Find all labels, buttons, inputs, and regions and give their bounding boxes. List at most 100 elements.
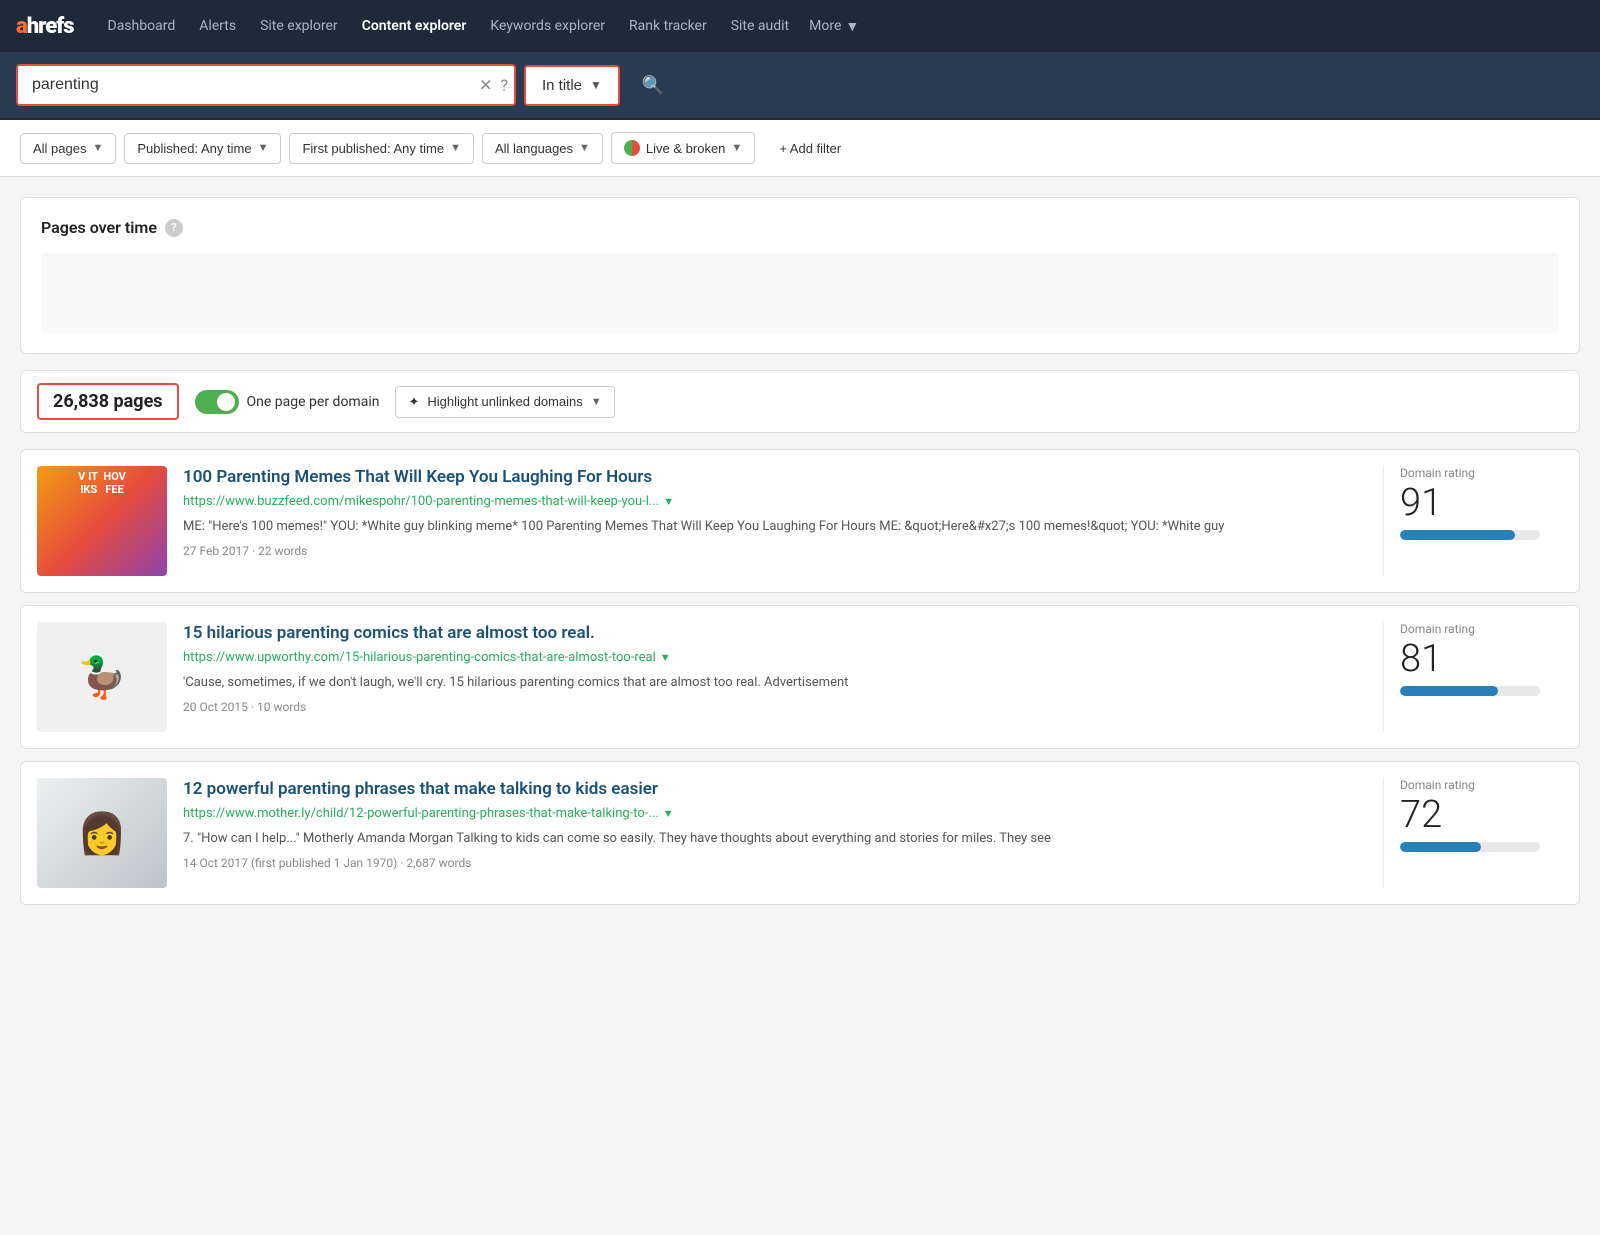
pages-over-time-title: Pages over time ?: [41, 218, 1559, 237]
domain-rating-bar: [1400, 842, 1481, 852]
chevron-down-icon: ▼: [590, 78, 602, 92]
nav-more[interactable]: More ▼: [799, 12, 869, 41]
pages-over-time-section: Pages over time ?: [20, 197, 1580, 354]
highlight-unlinked-button[interactable]: ✦ Highlight unlinked domains ▼: [395, 386, 614, 418]
pages-over-time-label: Pages over time: [41, 218, 157, 237]
domain-rating-value: 72: [1400, 796, 1442, 834]
domain-rating-label: Domain rating: [1400, 778, 1475, 792]
result-card: 👩 12 powerful parenting phrases that mak…: [20, 761, 1580, 905]
filter-all-pages[interactable]: All pages ▼: [20, 133, 116, 164]
result-url[interactable]: https://www.mother.ly/child/12-powerful-…: [183, 806, 1367, 821]
result-metrics: Domain rating 91: [1383, 466, 1563, 576]
search-type-label: In title: [542, 77, 582, 94]
search-button[interactable]: 🔍: [628, 65, 678, 106]
one-page-per-domain-toggle-wrap: One page per domain: [195, 390, 380, 414]
help-icon[interactable]: ?: [165, 219, 183, 237]
filter-published[interactable]: Published: Any time ▼: [124, 133, 281, 164]
nav-rank-tracker[interactable]: Rank tracker: [619, 12, 717, 40]
result-title[interactable]: 12 powerful parenting phrases that make …: [183, 778, 1367, 802]
result-description: 7. "How can I help..." Motherly Amanda M…: [183, 829, 1367, 849]
toggle-label: One page per domain: [247, 394, 380, 410]
domain-rating-value: 91: [1400, 484, 1442, 522]
result-title[interactable]: 15 hilarious parenting comics that are a…: [183, 622, 1367, 646]
domain-rating-bar-wrap: [1400, 842, 1540, 852]
chevron-down-icon: ▼: [258, 142, 269, 154]
domain-rating-bar: [1400, 686, 1498, 696]
url-text: https://www.buzzfeed.com/mikespohr/100-p…: [183, 494, 659, 509]
domain-rating-bar: [1400, 530, 1515, 540]
add-filter-label: + Add filter: [779, 141, 841, 156]
nav-dashboard[interactable]: Dashboard: [98, 12, 186, 40]
toggle-slider: [195, 390, 239, 414]
result-thumbnail: V IT HOVIKS FEE: [37, 466, 167, 576]
clear-icon[interactable]: ✕: [479, 76, 492, 95]
nav-site-explorer[interactable]: Site explorer: [250, 12, 348, 40]
result-content: 12 powerful parenting phrases that make …: [183, 778, 1367, 888]
result-description: ME: "Here's 100 memes!" YOU: *White guy …: [183, 517, 1367, 537]
main-content: Pages over time ? 26,838 pages One page …: [0, 177, 1600, 937]
url-chevron-icon: ▼: [660, 651, 671, 664]
result-card: 🦆 15 hilarious parenting comics that are…: [20, 605, 1580, 749]
domain-rating-bar-wrap: [1400, 530, 1540, 540]
thumb-text: V IT HOVIKS FEE: [37, 466, 167, 500]
result-card: V IT HOVIKS FEE 100 Parenting Memes That…: [20, 449, 1580, 593]
result-content: 15 hilarious parenting comics that are a…: [183, 622, 1367, 732]
highlight-label: Highlight unlinked domains: [427, 394, 582, 409]
one-page-per-domain-toggle[interactable]: [195, 390, 239, 414]
search-input-wrap: ✕ ?: [16, 64, 516, 106]
pages-over-time-chart: [41, 253, 1559, 333]
domain-rating-label: Domain rating: [1400, 622, 1475, 636]
result-thumbnail: 🦆: [37, 622, 167, 732]
filter-languages[interactable]: All languages ▼: [482, 133, 603, 164]
chevron-down-icon: ▼: [845, 18, 859, 35]
result-meta: 27 Feb 2017 · 22 words: [183, 544, 1367, 558]
search-type-button[interactable]: In title ▼: [524, 65, 620, 106]
result-meta: 14 Oct 2017 (first published 1 Jan 1970)…: [183, 856, 1367, 870]
filter-first-published[interactable]: First published: Any time ▼: [289, 133, 474, 164]
thumb-emoji: 👩: [37, 778, 167, 888]
filter-all-pages-label: All pages: [33, 141, 86, 156]
chevron-down-icon: ▼: [579, 142, 590, 154]
url-chevron-icon: ▼: [663, 807, 674, 820]
nav-alerts[interactable]: Alerts: [189, 12, 246, 40]
domain-rating-label: Domain rating: [1400, 466, 1475, 480]
thumb-emoji: 🦆: [77, 654, 127, 701]
filter-languages-label: All languages: [495, 141, 573, 156]
chevron-down-icon: ▼: [591, 396, 602, 408]
chevron-down-icon: ▼: [92, 142, 103, 154]
result-url[interactable]: https://www.upworthy.com/15-hilarious-pa…: [183, 650, 1367, 665]
result-url[interactable]: https://www.buzzfeed.com/mikespohr/100-p…: [183, 494, 1367, 509]
search-icon: 🔍: [642, 75, 664, 95]
filter-first-published-label: First published: Any time: [302, 141, 444, 156]
filter-live-broken-label: Live & broken: [646, 141, 726, 156]
nav-links: Dashboard Alerts Site explorer Content e…: [98, 12, 800, 40]
search-bar: ✕ ? In title ▼ 🔍: [0, 52, 1600, 120]
result-content: 100 Parenting Memes That Will Keep You L…: [183, 466, 1367, 576]
domain-rating-bar-wrap: [1400, 686, 1540, 696]
result-description: 'Cause, sometimes, if we don't laugh, we…: [183, 673, 1367, 693]
nav-more-label: More: [809, 18, 841, 34]
pages-count: 26,838 pages: [37, 383, 179, 420]
result-title[interactable]: 100 Parenting Memes That Will Keep You L…: [183, 466, 1367, 490]
nav-keywords-explorer[interactable]: Keywords explorer: [480, 12, 615, 40]
result-metrics: Domain rating 81: [1383, 622, 1563, 732]
main-nav: ahrefs Dashboard Alerts Site explorer Co…: [0, 0, 1600, 52]
results-header: 26,838 pages One page per domain ✦ Highl…: [20, 370, 1580, 433]
result-meta: 20 Oct 2015 · 10 words: [183, 700, 1367, 714]
nav-content-explorer[interactable]: Content explorer: [352, 12, 477, 40]
domain-rating-value: 81: [1400, 640, 1442, 678]
filters-bar: All pages ▼ Published: Any time ▼ First …: [0, 120, 1600, 177]
logo[interactable]: ahrefs: [16, 14, 74, 39]
highlight-icon: ✦: [408, 394, 419, 410]
help-icon[interactable]: ?: [500, 76, 508, 95]
live-broken-icon: [624, 140, 640, 156]
search-input[interactable]: [16, 64, 516, 106]
nav-site-audit[interactable]: Site audit: [721, 12, 799, 40]
filter-published-label: Published: Any time: [137, 141, 251, 156]
chevron-down-icon: ▼: [450, 142, 461, 154]
search-input-icons: ✕ ?: [479, 76, 508, 95]
url-text: https://www.mother.ly/child/12-powerful-…: [183, 806, 659, 821]
url-text: https://www.upworthy.com/15-hilarious-pa…: [183, 650, 656, 665]
add-filter-button[interactable]: + Add filter: [771, 134, 849, 163]
filter-live-broken[interactable]: Live & broken ▼: [611, 132, 755, 164]
